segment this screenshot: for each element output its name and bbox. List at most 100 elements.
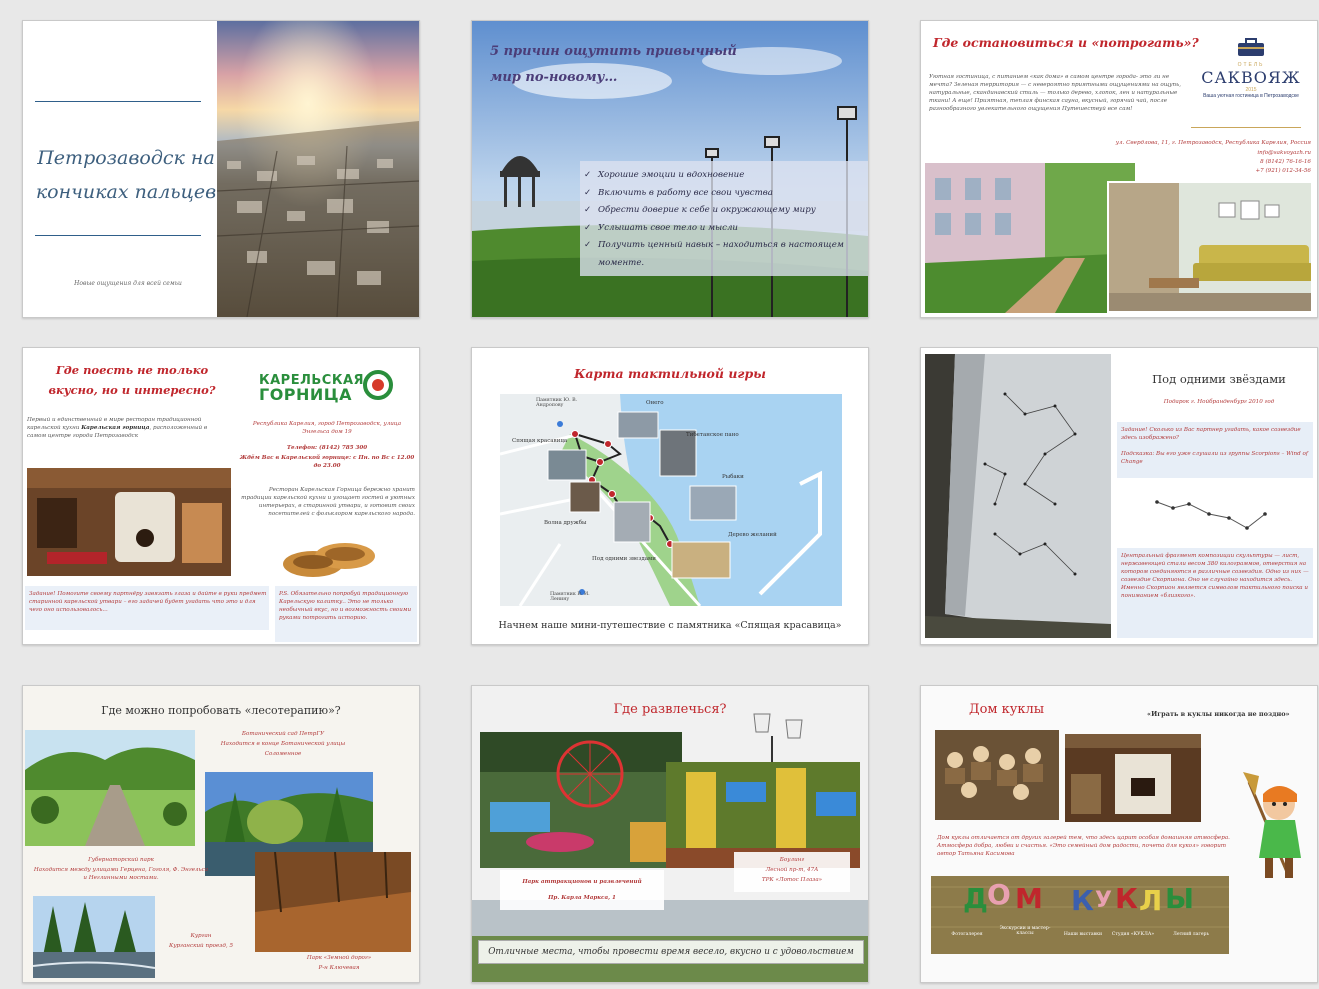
ps-text: P.S. Обязательно попробуй традиционную К… — [279, 591, 412, 621]
amusement-park-photo — [480, 732, 682, 868]
bowling-mall: ТРК «Лотос Плаза» — [761, 877, 823, 883]
map-label: Памятник В. И. Ленину — [550, 592, 590, 602]
slide-title: Дом куклы — [969, 702, 1045, 717]
logo-emblem-icon — [363, 370, 393, 400]
park-name: Губернаторский парк — [88, 857, 154, 863]
slide-subtitle: «Играть в куклы никогда не поздно» — [1147, 710, 1290, 718]
divider — [35, 101, 201, 102]
park-district: Соломенное — [264, 751, 302, 757]
list-item: Включить в работу все свои чувства — [584, 185, 864, 203]
doll-house-banner: Д О М К У К Л Ы Фотогалерея Экскурсии и … — [931, 876, 1229, 954]
banner-letter: М — [1015, 882, 1043, 915]
slide-thumbnail-2[interactable]: 5 причин ощутить привычный мир по-новому… — [471, 20, 869, 318]
slide-title: Карта тактильной игры — [574, 366, 766, 381]
forest-floor-photo — [255, 852, 411, 952]
slide-title: 5 причин ощутить привычный мир по-новому… — [490, 44, 737, 85]
banner-caption[interactable]: Фотогалерея — [939, 932, 995, 937]
hotel-mobile: +7 (921) 012-34-56 — [1255, 168, 1311, 174]
restaurant-phone: Телефон: (8142) 785 300 — [286, 445, 368, 451]
slide-subtitle: Подарок г. Нойбранденбург 2010 год — [1163, 399, 1275, 405]
sculpture-description: Центральный фрагмент композиции скульпту… — [1121, 553, 1309, 599]
slide-title: Где поесть не только вкусно, но и интере… — [48, 363, 216, 397]
broom-girl-icon — [1243, 772, 1301, 878]
park-address: Находится в конце Ботанической улицы — [220, 741, 346, 747]
bowling-address: Лесной пр-т, 47А — [765, 867, 819, 873]
divider — [1191, 127, 1301, 128]
banner-caption[interactable]: Экскурсии и мастер-классы — [997, 926, 1053, 936]
slide-footer: Отличные места, чтобы провести время вес… — [478, 940, 864, 964]
suitcase-icon — [1238, 38, 1264, 56]
park-name: Парк «Земной дорог» — [306, 955, 372, 961]
map-label: Под одними звездами — [592, 556, 656, 562]
list-item: Получить ценный навык – находиться в нас… — [584, 237, 864, 272]
slide-thumbnail-1[interactable]: Петрозаводск на кончиках пальцев Новые о… — [22, 20, 420, 318]
park-address: Находится между улицами Герцена, Гоголя,… — [33, 867, 209, 881]
banner-caption[interactable]: Летний лагерь — [1163, 932, 1219, 937]
map-label: Онего — [646, 400, 664, 406]
karelskaya-gornitsa-logo: КАРЕЛЬСКАЯ ГОРНИЦА — [259, 373, 365, 404]
slide-thumbnail-8[interactable]: Где развлечься? Парк аттракционов и разв… — [471, 685, 869, 983]
restaurant-about: Ресторан Карельская Горница бережно хран… — [241, 487, 415, 517]
star-sculpture-photo — [925, 354, 1111, 638]
river-forest-photo — [33, 896, 155, 978]
slide-title: Петрозаводск на кончиках пальцев — [35, 147, 217, 203]
amusement-park-address: Пр. Карла Маркса, 1 — [548, 895, 616, 901]
hotel-description: Уютная гостиница, с питанием «как дома» … — [929, 74, 1181, 112]
park-alley-photo — [25, 730, 195, 846]
restaurant-hours: Ждём Вас в Карельской горнице: с Пн. по … — [239, 455, 415, 469]
reasons-list: Хорошие эмоции и вдохновение Включить в … — [580, 161, 868, 276]
bowling-name: Боулинг — [779, 857, 805, 863]
hint-text: Подсказка: Вы его уже слушали из группы … — [1121, 451, 1308, 465]
task-text: Задание! Помогите своему партнёру завяза… — [29, 591, 267, 613]
slide-subtitle: Новые ощущения для всей семьи — [74, 280, 182, 287]
banner-letter: О — [987, 878, 1011, 911]
slide-thumbnail-5[interactable]: Карта тактильной игры Онего Спящая краса… — [471, 347, 869, 645]
list-item: Услышать свое тело и мысли — [584, 220, 864, 238]
restaurant-intro: Первый и единственный в мире ресторан тр… — [27, 417, 208, 439]
caption-box — [500, 870, 664, 910]
slide-title: Где остановиться и «потрогать»? — [933, 35, 1199, 50]
stove-room-photo — [1065, 734, 1201, 822]
banner-caption[interactable]: Студия «КУКЛА» — [1111, 932, 1155, 937]
slide-thumbnail-4[interactable]: Где поесть не только вкусно, но и интере… — [22, 347, 420, 645]
hotel-street-photo — [925, 163, 1135, 313]
map-label: Спящая красавица — [512, 438, 568, 444]
banner-letter: У — [1095, 888, 1112, 913]
slide-thumbnail-9[interactable]: Дом куклы «Играть в куклы никогда не поз… — [920, 685, 1318, 983]
banner-letter: К — [1071, 884, 1094, 917]
city-aerial-photo — [217, 21, 419, 317]
dolls-photo — [935, 730, 1059, 820]
slide-title: Под одними звёздами — [1152, 372, 1286, 386]
banner-caption[interactable]: Наши выставки — [1061, 932, 1105, 937]
park-name: Курган — [190, 933, 212, 939]
hotel-room-photo — [1107, 181, 1313, 313]
park-address: Курганский проезд, 5 — [168, 943, 234, 949]
map-label: Тибетанское пано — [686, 432, 739, 438]
hotel-email: info@sakvoyazh.ru — [1257, 150, 1311, 156]
slide-sorter-grid: Петрозаводск на кончиках пальцев Новые о… — [0, 0, 1319, 989]
slide-title: Где развлечься? — [613, 702, 727, 717]
park-district: Р-н Ключевая — [318, 965, 360, 971]
slide-thumbnail-3[interactable]: Где остановиться и «потрогать»? Уютная г… — [920, 20, 1318, 318]
map-label: Волна дружбы — [544, 520, 587, 526]
slide-title: Где можно попробовать «лесотерапию»? — [101, 704, 341, 717]
scorpio-constellation-icon — [1155, 500, 1267, 530]
banner-letter: К — [1115, 882, 1138, 915]
banner-letter: Д — [963, 882, 988, 915]
list-item: Хорошие эмоции и вдохновение — [584, 167, 864, 185]
task-text: Задание! Сколько из Вас партнер угадать,… — [1121, 427, 1301, 441]
hotel-phone: 8 (8142) 76-16-16 — [1260, 159, 1311, 165]
restaurant-address: Республика Карелия, город Петрозаводск, … — [252, 421, 402, 435]
amusement-park-name: Парк аттракционов и развлечений — [522, 879, 642, 885]
slide-footer: Начнем наше мини-путешествие с памятника… — [498, 620, 842, 631]
sakvoyazh-logo: ОТЕЛЬ САКВОЯЖ 2015 Ваша уютная гостиница… — [1191, 37, 1311, 99]
map-label: Рыбаки — [722, 474, 744, 480]
park-name: Ботанический сад ПетрГУ — [241, 731, 325, 737]
slide-thumbnail-7[interactable]: Где можно попробовать «лесотерапию»? Бот… — [22, 685, 420, 983]
map-label: Памятник Ю. В. Андропову — [536, 398, 578, 408]
divider — [35, 235, 201, 236]
tactile-game-map: Онего Спящая красавица Тибетанское пано … — [500, 394, 842, 606]
restaurant-interior-photo — [27, 468, 231, 576]
slide-thumbnail-6[interactable]: Под одними звёздами Подарок г. Нойбранде… — [920, 347, 1318, 645]
list-item: Обрести доверие к себе и окружающему мир… — [584, 202, 864, 220]
